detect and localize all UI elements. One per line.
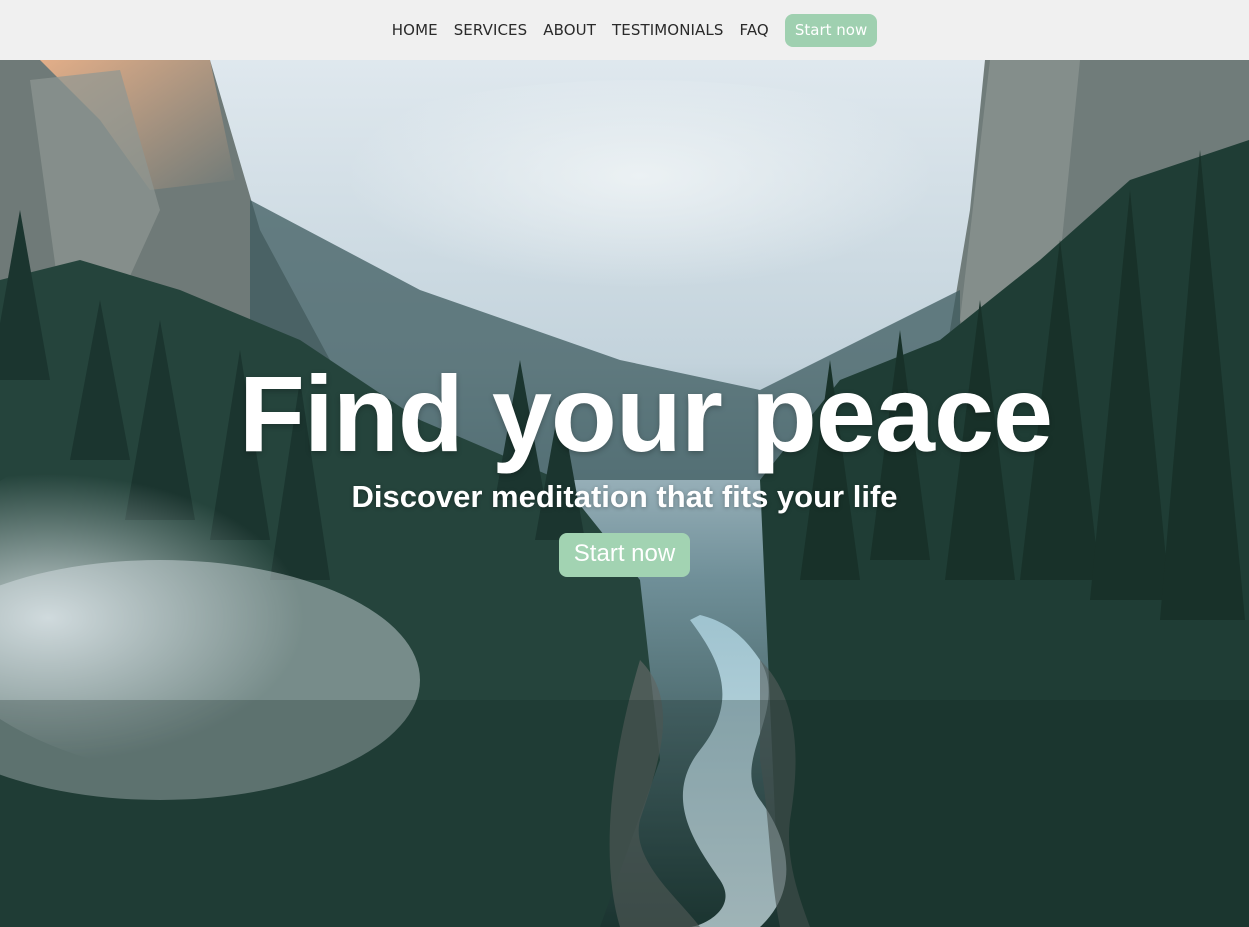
nav-link-about[interactable]: ABOUT xyxy=(543,21,596,39)
hero-start-now-button[interactable]: Start now xyxy=(558,533,691,578)
nav-link-home[interactable]: HOME xyxy=(392,21,438,39)
hero-title: Find your peace xyxy=(238,353,1053,474)
nav-link-testimonials[interactable]: TESTIMONIALS xyxy=(612,21,723,39)
nav-link-services[interactable]: SERVICES xyxy=(454,21,528,39)
nav-link-faq[interactable]: FAQ xyxy=(739,21,768,39)
hero-section: Find your peace Discover meditation that… xyxy=(0,60,1249,927)
hero-content: Find your peace Discover meditation that… xyxy=(0,353,1249,578)
nav-start-now-button[interactable]: Start now xyxy=(784,13,878,47)
hero-subtitle: Discover meditation that fits your life xyxy=(351,479,898,514)
top-navbar: HOME SERVICES ABOUT TESTIMONIALS FAQ Sta… xyxy=(0,0,1249,60)
nav-links: HOME SERVICES ABOUT TESTIMONIALS FAQ Sta… xyxy=(392,13,878,47)
